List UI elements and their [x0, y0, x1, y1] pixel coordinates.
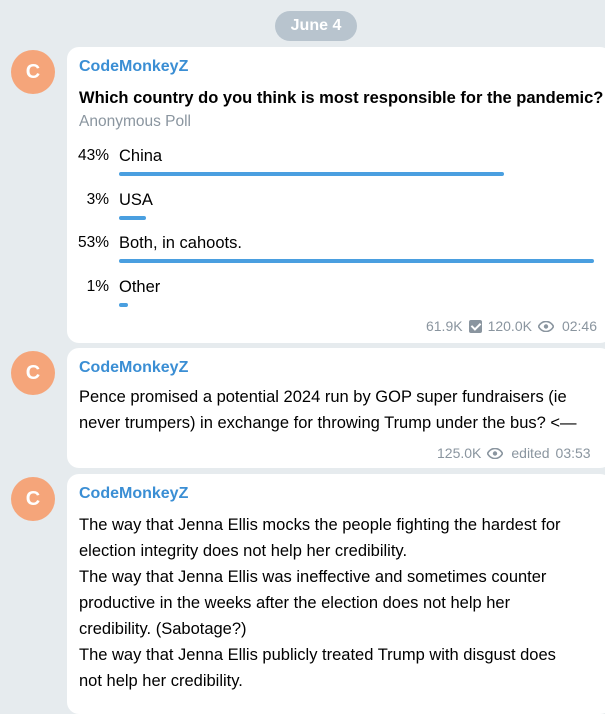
message-line: The way that Jenna Ellis was ineffective… — [79, 568, 547, 586]
message-meta: 61.9K 120.0K 02:46 — [426, 318, 597, 334]
message-line: election integrity does not help her cre… — [79, 542, 408, 560]
author-name[interactable]: CodeMonkeyZ — [79, 485, 188, 503]
message-bubble: CodeMonkeyZ Pence promised a potential 2… — [67, 348, 605, 468]
poll-type: Anonymous Poll — [79, 113, 192, 130]
poll-option-label: Other — [119, 278, 161, 296]
poll-option: 43% China — [67, 147, 605, 187]
message-time: 03:53 — [555, 445, 591, 461]
eye-icon — [487, 447, 504, 459]
message-line: credibility. (Sabotage?) — [79, 620, 247, 638]
message-time: 02:46 — [561, 318, 597, 334]
poll-option-label: China — [119, 147, 163, 165]
message-text: Pence promised a potential 2024 run by G… — [79, 384, 577, 436]
message-line: never trumpers) in exchange for throwing… — [79, 414, 577, 432]
eye-icon — [537, 320, 554, 332]
poll-option-percent: 1% — [86, 278, 109, 295]
check-icon — [468, 319, 482, 333]
poll-option-bar — [119, 216, 146, 220]
poll-option: 3% USA — [67, 191, 605, 231]
poll-option-label: USA — [119, 191, 153, 209]
view-count: 125.0K — [437, 445, 482, 461]
poll-option-bar — [119, 303, 128, 307]
avatar[interactable]: C — [11, 477, 55, 521]
poll-option: 1% Other — [67, 278, 605, 318]
message-line: The way that Jenna Ellis mocks the peopl… — [79, 516, 561, 534]
author-name[interactable]: CodeMonkeyZ — [79, 58, 188, 76]
author-name[interactable]: CodeMonkeyZ — [79, 359, 188, 377]
message-line: not help her credibility. — [79, 672, 243, 690]
poll-question: Which country do you think is most respo… — [79, 89, 604, 107]
poll-message-bubble: CodeMonkeyZ Which country do you think i… — [67, 47, 605, 343]
message-bubble: CodeMonkeyZ The way that Jenna Ellis moc… — [67, 474, 605, 714]
avatar[interactable]: C — [11, 50, 55, 94]
message-line: productive in the weeks after the electi… — [79, 594, 511, 612]
poll-option-percent: 43% — [77, 147, 109, 164]
poll-option-percent: 53% — [77, 234, 109, 251]
message-line: Pence promised a potential 2024 run by G… — [79, 388, 567, 406]
poll-option-label: Both, in cahoots. — [119, 234, 242, 252]
message-meta: 125.0K edited 03:53 — [437, 445, 591, 461]
poll-option: 53% Both, in cahoots. — [67, 234, 605, 274]
edited-label: edited — [511, 445, 550, 461]
poll-option-bar — [119, 259, 594, 263]
poll-option-percent: 3% — [86, 191, 109, 208]
message-line: The way that Jenna Ellis publicly treate… — [79, 646, 556, 664]
view-count: 120.0K — [487, 318, 532, 334]
date-separator: June 4 — [275, 11, 357, 41]
message-text: The way that Jenna Ellis mocks the peopl… — [79, 512, 561, 694]
avatar[interactable]: C — [11, 351, 55, 395]
poll-option-bar — [119, 172, 504, 176]
voter-count: 61.9K — [425, 318, 463, 334]
